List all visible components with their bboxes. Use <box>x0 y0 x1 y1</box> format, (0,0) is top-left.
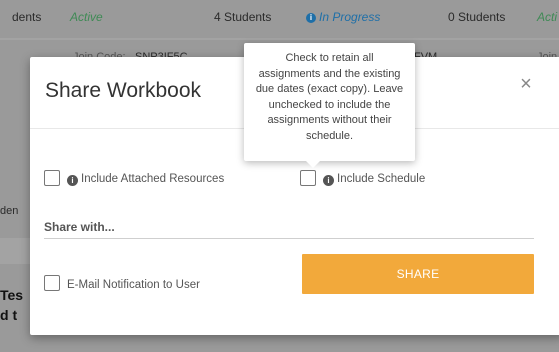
bg-student-count: 4 Students <box>214 10 272 24</box>
background-divider <box>0 38 559 40</box>
info-icon: i <box>306 13 316 23</box>
share-button[interactable]: SHARE <box>302 254 534 294</box>
include-schedule-checkbox[interactable] <box>300 170 316 186</box>
include-schedule-label: Include Schedule <box>337 173 426 185</box>
bg-students-text-2: den <box>0 205 19 217</box>
include-attached-resources-label: Include Attached Resources <box>81 173 225 185</box>
include-schedule-option: i Include Schedule <box>323 173 425 186</box>
bg-status-active: Active <box>70 10 103 24</box>
bg-students-text: dents <box>12 10 42 24</box>
bg-heading-fragment-1: Tes <box>0 287 24 303</box>
info-icon[interactable]: i <box>67 175 78 186</box>
bg-status-active-2: Acti <box>537 10 558 24</box>
email-notification-label: E-Mail Notification to User <box>67 279 200 291</box>
bg-heading-fragment-2: d t <box>0 307 18 323</box>
bg-student-count-2: 0 Students <box>448 10 506 24</box>
include-attached-resources-option: i Include Attached Resources <box>67 173 224 186</box>
include-attached-resources-checkbox[interactable] <box>44 170 60 186</box>
include-schedule-tooltip: Check to retain all assignments and the … <box>244 43 415 168</box>
bg-status-progress-text: In Progress <box>319 10 381 24</box>
info-icon[interactable]: i <box>323 175 334 186</box>
email-notification-checkbox[interactable] <box>44 275 60 291</box>
share-with-input[interactable] <box>44 215 534 239</box>
dialog-title: Share Workbook <box>45 79 202 102</box>
bg-status-progress: i In Progress <box>306 10 380 24</box>
close-icon[interactable]: × <box>517 73 535 95</box>
